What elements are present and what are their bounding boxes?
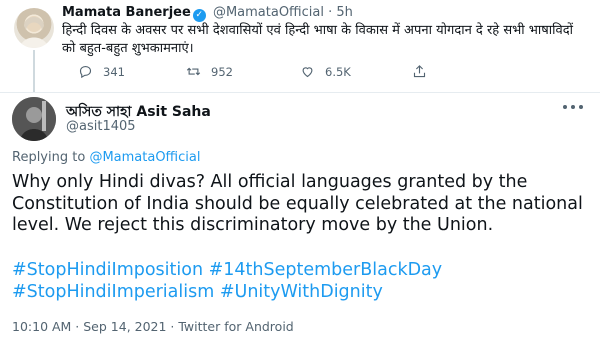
- parent-tweet[interactable]: Mamata Banerjee ✓ @MamataOfficial · 5h हि…: [0, 0, 600, 92]
- author-handle[interactable]: @MamataOfficial: [213, 5, 324, 20]
- tweet-text: हिन्दी दिवस के अवसर पर सभी देशवासियों एव…: [62, 23, 574, 56]
- more-options-button[interactable]: [563, 101, 585, 113]
- hashtags: #StopHindiImposition #14thSeptemberBlack…: [12, 260, 597, 303]
- avatar-image: [20, 16, 48, 48]
- like-button[interactable]: 6.5K: [300, 64, 351, 79]
- more-dot-icon: [563, 105, 567, 109]
- reply-button[interactable]: 341: [78, 64, 125, 79]
- share-icon: [413, 65, 426, 78]
- retweet-count: 952: [211, 64, 233, 79]
- replying-to: Replying to @MamataOfficial: [12, 150, 200, 165]
- reply-author-handle[interactable]: @asit1405: [66, 119, 136, 134]
- hashtag-line[interactable]: #StopHindiImperialism #UnityWithDignity: [12, 282, 597, 304]
- more-dot-icon: [571, 105, 575, 109]
- heart-icon: [302, 67, 313, 78]
- separator: ·: [328, 5, 333, 20]
- reply-tweet-text: Why only Hindi divas? All official langu…: [12, 172, 583, 235]
- divider: [0, 92, 600, 93]
- parent-tweet-header: Mamata Banerjee ✓ @MamataOfficial · 5h: [62, 5, 353, 22]
- avatar-image: [12, 97, 56, 141]
- tweet-time[interactable]: 5h: [336, 5, 353, 20]
- like-count: 6.5K: [325, 64, 351, 79]
- reply-avatar[interactable]: [12, 97, 56, 141]
- thread-line: [33, 50, 35, 92]
- retweet-button[interactable]: 952: [186, 64, 233, 79]
- replying-prefix: Replying to: [12, 150, 90, 165]
- tweet-metadata[interactable]: 10:10 AM · Sep 14, 2021 · Twitter for An…: [12, 319, 294, 334]
- reply-count: 341: [103, 64, 125, 79]
- tweet-actions: 341 952 6.5K: [78, 64, 538, 82]
- more-dot-icon: [579, 105, 583, 109]
- reply-icon: [79, 65, 92, 79]
- hashtag-line[interactable]: #StopHindiImposition #14thSeptemberBlack…: [12, 260, 597, 282]
- verified-badge-icon: ✓: [192, 9, 206, 22]
- avatar[interactable]: [14, 8, 54, 48]
- retweet-icon: [186, 67, 201, 76]
- replying-to-link[interactable]: @MamataOfficial: [89, 150, 200, 165]
- author-name[interactable]: Mamata Banerjee: [62, 5, 191, 20]
- share-button[interactable]: [412, 64, 427, 79]
